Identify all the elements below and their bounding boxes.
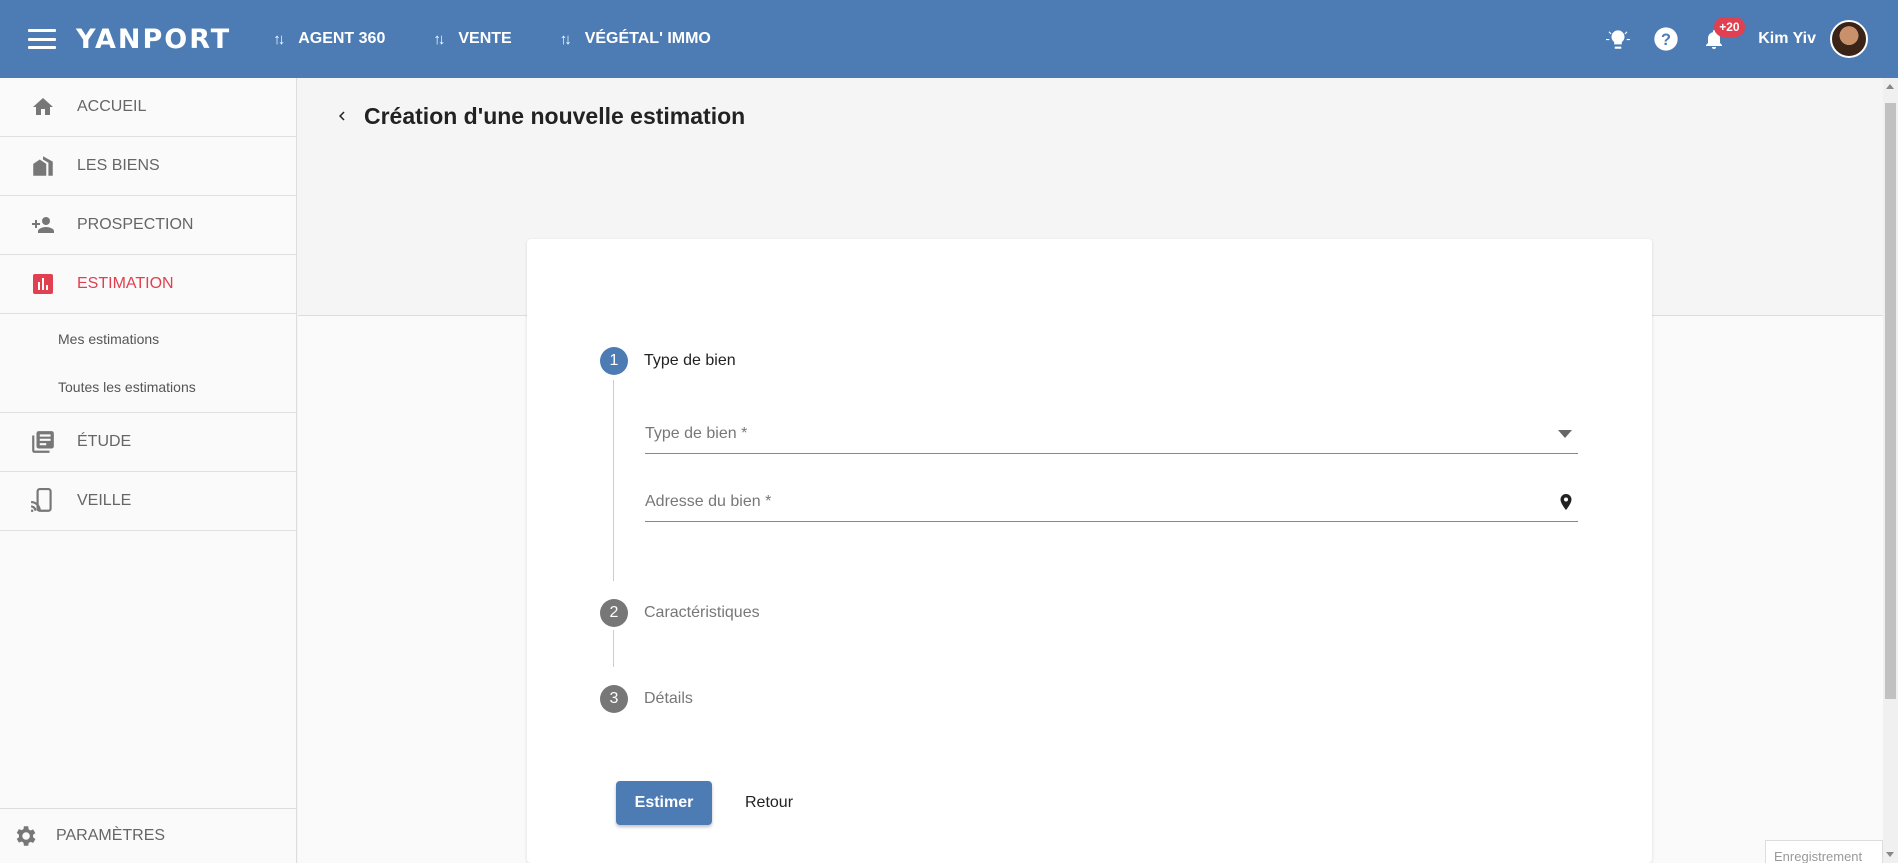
location-pin-icon[interactable] bbox=[1560, 493, 1572, 510]
page-title: Création d'une nouvelle estimation bbox=[364, 102, 746, 129]
field-label: Type de bien * bbox=[645, 424, 748, 442]
property-type-select[interactable]: Type de bien * bbox=[645, 414, 1578, 454]
step-number: 2 bbox=[600, 599, 628, 627]
step-details[interactable]: 3 Détails bbox=[600, 685, 693, 713]
svg-text:?: ? bbox=[1661, 31, 1671, 49]
scroll-thumb[interactable] bbox=[1885, 103, 1896, 699]
sidebar-item-etude[interactable]: ÉTUDE bbox=[0, 413, 296, 472]
estimer-button[interactable]: Estimer bbox=[616, 781, 712, 825]
page-header: Création d'une nouvelle estimation bbox=[328, 102, 745, 130]
field-label: Adresse du bien * bbox=[645, 492, 772, 510]
step-connector bbox=[613, 380, 614, 581]
person-add-icon bbox=[29, 211, 57, 239]
nav-label: VÉGÉTAL' IMMO bbox=[584, 30, 711, 47]
top-app-bar: YANPORT ↑↓ AGENT 360 ↑↓ VENTE ↑↓ VÉGÉTAL… bbox=[0, 0, 1898, 78]
save-status-chip: Enregistrement bbox=[1765, 840, 1883, 863]
step-label: Type de bien bbox=[644, 352, 736, 369]
nav-vegetal-immo[interactable]: ↑↓ VÉGÉTAL' IMMO bbox=[560, 30, 711, 48]
nav-agent-360[interactable]: ↑↓ AGENT 360 bbox=[273, 30, 385, 48]
swap-vertical-icon: ↑↓ bbox=[433, 30, 445, 48]
sidebar-item-label: ESTIMATION bbox=[77, 275, 174, 292]
sidebar-item-parametres[interactable]: PARAMÈTRES bbox=[0, 808, 296, 863]
notifications-bell-icon[interactable]: +20 bbox=[1696, 17, 1745, 57]
lightbulb-icon[interactable] bbox=[1600, 21, 1636, 57]
dropdown-arrow-icon[interactable] bbox=[1558, 429, 1572, 438]
sidebar-item-estimation[interactable]: ESTIMATION bbox=[0, 255, 296, 314]
nav-label: VENTE bbox=[458, 30, 512, 47]
sidebar-item-label: PARAMÈTRES bbox=[56, 827, 166, 844]
sidebar-item-label: VEILLE bbox=[77, 492, 132, 509]
estimation-submenu: Mes estimations Toutes les estimations bbox=[0, 314, 296, 413]
help-icon[interactable]: ? bbox=[1648, 21, 1684, 57]
nav-label: AGENT 360 bbox=[298, 30, 386, 47]
main-content: Création d'une nouvelle estimation 1 Typ… bbox=[298, 78, 1883, 863]
user-name[interactable]: Kim Yiv bbox=[1758, 30, 1816, 48]
app-logo[interactable]: YANPORT bbox=[76, 24, 231, 55]
back-chevron-icon[interactable] bbox=[328, 102, 356, 130]
top-nav: ↑↓ AGENT 360 ↑↓ VENTE ↑↓ VÉGÉTAL' IMMO bbox=[273, 30, 759, 48]
sidebar-item-label: PROSPECTION bbox=[77, 216, 194, 233]
sidebar-item-label: LES BIENS bbox=[77, 157, 160, 174]
sidebar: ACCUEIL LES BIENS PROSPECTION ESTIMATION… bbox=[0, 78, 297, 863]
estimation-form-card: 1 Type de bien Type de bien * Adresse du… bbox=[527, 239, 1652, 863]
page-scrollbar[interactable] bbox=[1883, 78, 1898, 863]
retour-button[interactable]: Retour bbox=[735, 781, 803, 825]
sidebar-item-label: ACCUEIL bbox=[77, 98, 147, 115]
sidebar-item-prospection[interactable]: PROSPECTION bbox=[0, 196, 296, 255]
step-caracteristiques[interactable]: 2 Caractéristiques bbox=[600, 599, 760, 627]
nav-vente[interactable]: ↑↓ VENTE bbox=[433, 30, 511, 48]
device-cast-icon bbox=[29, 487, 57, 515]
gear-icon bbox=[12, 823, 38, 849]
step-number: 1 bbox=[600, 347, 628, 375]
swap-vertical-icon: ↑↓ bbox=[273, 30, 285, 48]
avatar[interactable] bbox=[1830, 20, 1868, 58]
buildings-icon bbox=[29, 152, 57, 180]
top-right-actions: ? +20 Kim Yiv bbox=[1588, 17, 1868, 58]
step-connector bbox=[613, 630, 614, 667]
logo-text: YANPORT bbox=[76, 23, 232, 55]
menu-icon[interactable] bbox=[28, 29, 56, 49]
notifications-badge: +20 bbox=[1714, 17, 1745, 37]
step-label: Caractéristiques bbox=[644, 604, 760, 621]
sidebar-subitem-toutes-les-estimations[interactable]: Toutes les estimations bbox=[0, 363, 296, 411]
address-input[interactable]: Adresse du bien * bbox=[645, 482, 1578, 522]
step-number: 3 bbox=[600, 685, 628, 713]
sidebar-item-veille[interactable]: VEILLE bbox=[0, 472, 296, 531]
sidebar-item-les-biens[interactable]: LES BIENS bbox=[0, 137, 296, 196]
sidebar-subitem-mes-estimations[interactable]: Mes estimations bbox=[0, 315, 296, 363]
scroll-up-arrow-icon[interactable] bbox=[1886, 84, 1894, 89]
swap-vertical-icon: ↑↓ bbox=[559, 30, 572, 48]
home-icon bbox=[29, 93, 57, 121]
sidebar-item-label: ÉTUDE bbox=[77, 433, 132, 450]
bar-chart-icon bbox=[29, 270, 57, 298]
step-label: Détails bbox=[644, 690, 693, 707]
step-type-de-bien[interactable]: 1 Type de bien bbox=[600, 347, 736, 375]
library-icon bbox=[29, 428, 57, 456]
scroll-down-arrow-icon[interactable] bbox=[1886, 852, 1894, 857]
sidebar-item-accueil[interactable]: ACCUEIL bbox=[0, 78, 296, 137]
